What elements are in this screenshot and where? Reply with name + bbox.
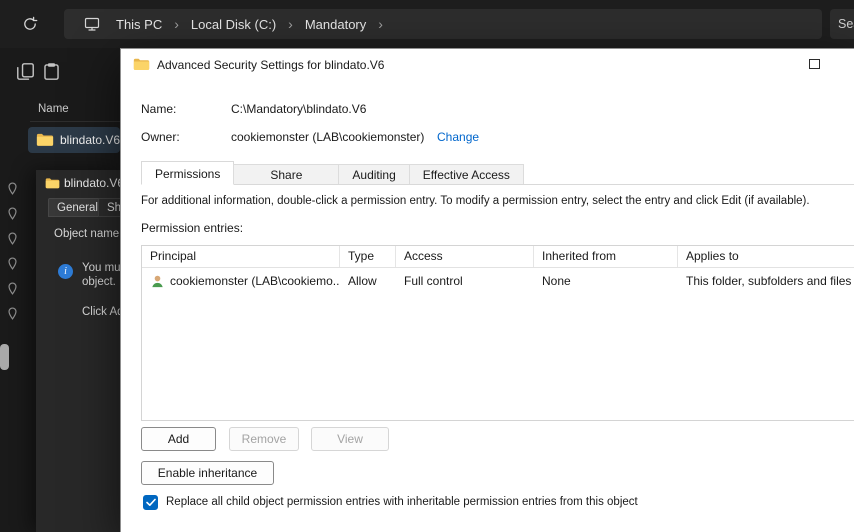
col-applies-to[interactable]: Applies to xyxy=(678,246,854,267)
paste-icon[interactable] xyxy=(42,62,61,81)
column-header-name[interactable]: Name xyxy=(38,103,69,115)
explorer-topbar: This PC › Local Disk (C:) › Mandatory › … xyxy=(0,0,854,48)
folder-icon xyxy=(45,177,60,189)
pin-icon[interactable] xyxy=(6,257,19,270)
dialog-tabstrip: Permissions Share Auditing Effective Acc… xyxy=(141,161,854,185)
replace-permissions-checkbox[interactable] xyxy=(143,495,158,510)
scrollbar-thumb[interactable] xyxy=(0,344,9,370)
properties-dialog: blindato.V6 General Sha Object name: i Y… xyxy=(36,170,120,532)
folder-icon xyxy=(36,132,54,147)
chevron-right-icon: › xyxy=(378,16,383,32)
breadcrumb-mandatory[interactable]: Mandatory xyxy=(299,17,372,32)
file-row-blindato[interactable]: blindato.V6 xyxy=(28,127,120,153)
search-input[interactable]: Sea xyxy=(830,9,854,39)
change-owner-link[interactable]: Change xyxy=(437,130,479,144)
dialog-title: Advanced Security Settings for blindato.… xyxy=(157,58,385,72)
breadcrumb-this-pc[interactable]: This PC xyxy=(110,17,168,32)
copy-icon[interactable] xyxy=(16,62,35,81)
tab-share[interactable]: Share xyxy=(233,164,340,184)
view-button[interactable]: View xyxy=(311,427,389,451)
pin-icon[interactable] xyxy=(6,207,19,220)
folder-icon xyxy=(133,57,150,71)
address-bar[interactable]: This PC › Local Disk (C:) › Mandatory › xyxy=(64,9,822,39)
name-label: Name: xyxy=(141,102,177,116)
cell-applies-to: This folder, subfolders and files xyxy=(686,274,852,288)
dialog-info-text: For additional information, double-click… xyxy=(141,195,810,207)
owner-label: Owner: xyxy=(141,130,180,144)
cell-access: Full control xyxy=(404,274,463,288)
user-icon xyxy=(150,274,165,289)
name-value: C:\Mandatory\blindato.V6 xyxy=(231,102,367,116)
props-info-line1: You mus xyxy=(82,262,120,274)
cell-inherited-from: None xyxy=(542,274,571,288)
tab-sharing[interactable]: Sha xyxy=(98,198,120,217)
owner-value: cookiemonster (LAB\cookiemonster) xyxy=(231,130,425,144)
chevron-right-icon: › xyxy=(174,16,179,32)
permission-entries-table[interactable]: Principal Type Access Inherited from App… xyxy=(141,245,854,421)
properties-title: blindato.V6 xyxy=(64,176,120,190)
col-principal[interactable]: Principal xyxy=(142,246,340,267)
object-name-label: Object name: xyxy=(54,228,120,240)
props-click-line: Click Ad xyxy=(82,306,120,318)
props-info-line2: object. xyxy=(82,276,116,288)
col-inherited-from[interactable]: Inherited from xyxy=(534,246,678,267)
pin-icon[interactable] xyxy=(6,182,19,195)
pin-icon[interactable] xyxy=(6,282,19,295)
permission-entries-label: Permission entries: xyxy=(141,221,244,235)
maximize-icon[interactable] xyxy=(809,59,820,69)
chevron-right-icon: › xyxy=(288,16,293,32)
cell-type: Allow xyxy=(348,274,377,288)
file-name-label: blindato.V6 xyxy=(60,133,120,147)
tab-permissions[interactable]: Permissions xyxy=(141,161,235,185)
tab-auditing[interactable]: Auditing xyxy=(338,164,410,184)
breadcrumb-local-disk[interactable]: Local Disk (C:) xyxy=(185,17,282,32)
replace-permissions-label: Replace all child object permission entr… xyxy=(166,496,638,508)
refresh-icon[interactable] xyxy=(22,16,38,32)
screen: This PC › Local Disk (C:) › Mandatory › … xyxy=(0,0,854,532)
tab-effective-access[interactable]: Effective Access xyxy=(408,164,524,184)
pin-icon[interactable] xyxy=(6,232,19,245)
add-button[interactable]: Add xyxy=(141,427,216,451)
table-header: Principal Type Access Inherited from App… xyxy=(142,246,854,268)
remove-button[interactable]: Remove xyxy=(229,427,299,451)
col-access[interactable]: Access xyxy=(396,246,534,267)
cell-principal: cookiemonster (LAB\cookiemo... xyxy=(170,274,340,288)
header-divider xyxy=(30,121,120,122)
pin-icon[interactable] xyxy=(6,307,19,320)
info-icon: i xyxy=(58,264,73,279)
col-type[interactable]: Type xyxy=(340,246,396,267)
this-pc-icon xyxy=(64,16,110,32)
table-row[interactable]: cookiemonster (LAB\cookiemo... Allow Ful… xyxy=(142,270,854,292)
advanced-security-dialog: Advanced Security Settings for blindato.… xyxy=(120,48,854,532)
enable-inheritance-button[interactable]: Enable inheritance xyxy=(141,461,274,485)
